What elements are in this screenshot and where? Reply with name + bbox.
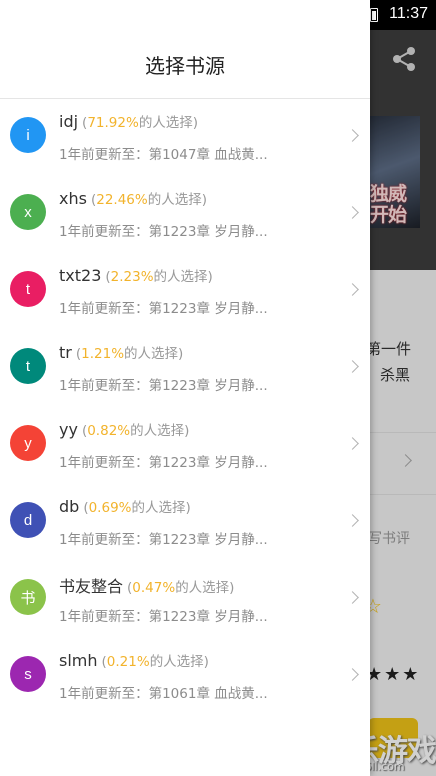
chevron-right-icon: [346, 206, 359, 219]
source-avatar: d: [10, 502, 46, 538]
source-update-text: 1年前更新至：第1223章 岁月静...: [59, 455, 268, 471]
source-name: yy: [59, 420, 78, 439]
source-item-txt23[interactable]: t txt23 (2.23%的人选择) 1年前更新至：第1223章 岁月静...: [0, 252, 370, 329]
source-item-yy[interactable]: y yy (0.82%的人选择) 1年前更新至：第1223章 岁月静...: [0, 406, 370, 483]
chevron-right-icon: [346, 668, 359, 681]
source-update-text: 1年前更新至：第1223章 岁月静...: [59, 301, 268, 317]
source-item-slmh[interactable]: s slmh (0.21%的人选择) 1年前更新至：第1061章 血战黄...: [0, 637, 370, 714]
source-percent: 0.47%: [132, 580, 176, 596]
source-update-text: 1年前更新至：第1061章 血战黄...: [59, 686, 268, 702]
source-item-xhs[interactable]: x xhs (22.46%的人选择) 1年前更新至：第1223章 岁月静...: [0, 175, 370, 252]
source-update-text: 1年前更新至：第1223章 岁月静...: [59, 532, 268, 548]
source-select-suffix: 的人选择): [138, 115, 199, 131]
source-avatar: x: [10, 194, 46, 230]
source-list: i idj (71.92%的人选择) 1年前更新至：第1047章 血战黄... x…: [0, 98, 370, 714]
source-update-text: 1年前更新至：第1223章 岁月静...: [59, 378, 268, 394]
battery-icon: [370, 8, 378, 22]
source-name: idj: [59, 112, 79, 131]
source-avatar: 书: [10, 579, 46, 615]
source-item-db[interactable]: d db (0.69%的人选择) 1年前更新至：第1223章 岁月静...: [0, 483, 370, 560]
dialog-scrim[interactable]: [370, 30, 436, 776]
source-percent: 0.69%: [88, 500, 132, 516]
source-name: db: [59, 497, 80, 516]
source-select-dialog: 选择书源 i idj (71.92%的人选择) 1年前更新至：第1047章 血战黄…: [0, 0, 370, 776]
source-item-idj[interactable]: i idj (71.92%的人选择) 1年前更新至：第1047章 血战黄...: [0, 98, 370, 175]
source-select-suffix: 的人选择): [130, 423, 190, 439]
source-item-tr[interactable]: t tr (1.21%的人选择) 1年前更新至：第1223章 岁月静...: [0, 329, 370, 406]
source-select-suffix: 的人选择): [153, 269, 213, 285]
source-avatar: t: [10, 348, 46, 384]
source-percent: 71.92%: [87, 115, 139, 131]
source-avatar: i: [10, 117, 46, 153]
source-update-text: 1年前更新至：第1223章 岁月静...: [59, 609, 268, 625]
source-item-shuyou[interactable]: 书 书友整合 (0.47%的人选择) 1年前更新至：第1223章 岁月静...: [0, 560, 370, 637]
chevron-right-icon: [346, 283, 359, 296]
source-update-text: 1年前更新至：第1223章 岁月静...: [59, 224, 268, 240]
source-percent: 2.23%: [110, 269, 154, 285]
source-avatar: t: [10, 271, 46, 307]
status-time: 11:37: [389, 5, 428, 22]
source-name: slmh: [59, 651, 98, 670]
source-select-suffix: 的人选择): [124, 346, 184, 362]
source-select-suffix: 的人选择): [131, 500, 191, 516]
source-percent: 22.46%: [96, 192, 148, 208]
source-percent: 0.82%: [87, 423, 131, 439]
source-percent: 1.21%: [81, 346, 125, 362]
source-percent: 0.21%: [106, 654, 150, 670]
source-name: txt23: [59, 266, 102, 285]
source-name: xhs: [59, 189, 87, 208]
chevron-right-icon: [346, 591, 359, 604]
chevron-right-icon: [346, 360, 359, 373]
source-name: 书友整合: [59, 577, 124, 596]
source-name: tr: [59, 343, 72, 362]
source-avatar: s: [10, 656, 46, 692]
chevron-right-icon: [346, 437, 359, 450]
source-select-suffix: 的人选择): [149, 654, 209, 670]
source-update-text: 1年前更新至：第1047章 血战黄...: [59, 147, 268, 163]
source-select-suffix: 的人选择): [175, 580, 235, 596]
chevron-right-icon: [346, 514, 359, 527]
source-avatar: y: [10, 425, 46, 461]
chevron-right-icon: [346, 129, 359, 142]
dialog-title: 选择书源: [145, 54, 225, 78]
source-select-suffix: 的人选择): [147, 192, 207, 208]
